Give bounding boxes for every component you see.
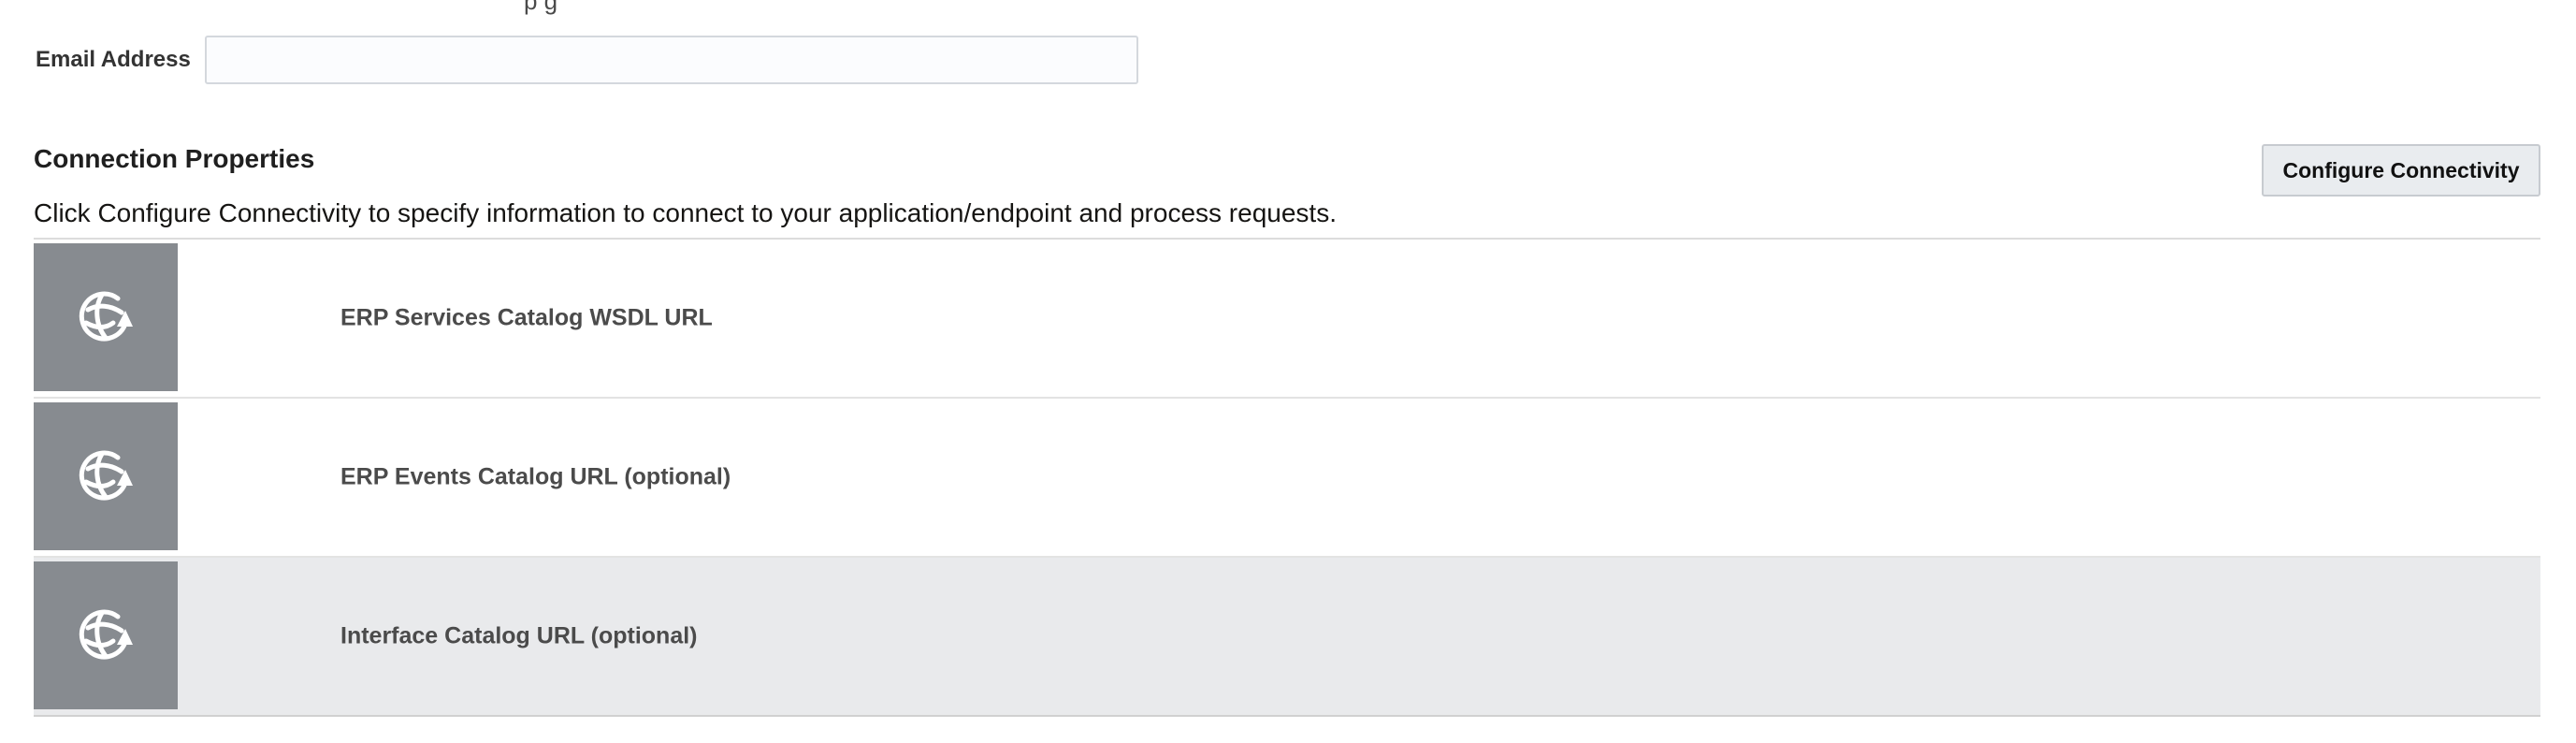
globe-refresh-icon — [79, 609, 133, 660]
connection-label: ERP Services Catalog WSDL URL — [340, 304, 713, 331]
connection-tile — [34, 561, 178, 709]
configure-connectivity-button[interactable]: Configure Connectivity — [2262, 144, 2540, 197]
connection-properties-list: ERP Services Catalog WSDL URL ERP Events… — [34, 238, 2540, 717]
connection-properties-description: Click Configure Connectivity to specify … — [34, 198, 1337, 227]
connection-row-interface-catalog[interactable]: Interface Catalog URL (optional) — [34, 558, 2540, 717]
email-address-input[interactable] — [205, 36, 1138, 84]
connection-label: ERP Events Catalog URL (optional) — [340, 463, 731, 490]
connection-properties-title: Connection Properties — [34, 144, 315, 173]
connection-tile — [34, 243, 178, 391]
connection-row-erp-services-catalog[interactable]: ERP Services Catalog WSDL URL — [34, 240, 2540, 399]
connection-tile — [34, 402, 178, 550]
truncated-instruction-text: p g — [524, 0, 558, 15]
connection-label: Interface Catalog URL (optional) — [340, 622, 698, 649]
email-address-row: Email Address — [36, 36, 1138, 84]
email-address-label: Email Address — [36, 47, 191, 72]
globe-refresh-icon — [79, 291, 133, 342]
globe-refresh-icon — [79, 450, 133, 501]
connection-row-erp-events-catalog[interactable]: ERP Events Catalog URL (optional) — [34, 399, 2540, 558]
